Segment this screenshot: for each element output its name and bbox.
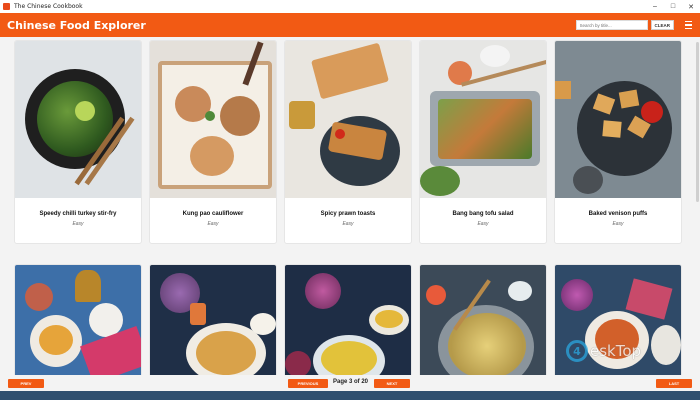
recipe-title: Speedy chilli turkey stir-fry [39, 211, 117, 217]
recipe-difficulty: Easy [612, 221, 624, 227]
recipe-photo [285, 265, 411, 375]
recipe-card[interactable]: Kung pao cauliflower Easy [149, 40, 277, 244]
recipe-title: Kung pao cauliflower [182, 211, 244, 217]
recipe-card[interactable] [284, 264, 412, 375]
recipe-card[interactable] [149, 264, 277, 375]
recipe-photo [420, 265, 546, 375]
window-title: The Chinese Cookbook [14, 3, 83, 10]
recipe-grid: Speedy chilli turkey stir-fry Easy Kung … [0, 37, 700, 375]
close-button[interactable]: ✕ [682, 0, 700, 13]
last-button[interactable]: LAST [656, 379, 692, 388]
app-header: Chinese Food Explorer CLEAR [0, 13, 700, 37]
window-titlebar: The Chinese Cookbook – □ ✕ [0, 0, 700, 13]
recipe-photo [420, 41, 546, 198]
recipe-card[interactable]: Speedy chilli turkey stir-fry Easy [14, 40, 142, 244]
window-controls: – □ ✕ [646, 0, 700, 13]
watermark-logo: 4 eskTop [566, 340, 641, 362]
recipe-difficulty: Easy [207, 221, 219, 227]
recipe-title: Bang bang tofu salad [452, 211, 514, 217]
recipe-photo [555, 41, 681, 198]
recipe-difficulty: Easy [477, 221, 489, 227]
os-taskbar [0, 391, 700, 400]
recipe-card[interactable]: Bang bang tofu salad Easy [419, 40, 547, 244]
recipe-card[interactable] [14, 264, 142, 375]
recipe-difficulty: Easy [72, 221, 84, 227]
recipe-photo [285, 41, 411, 198]
recipe-card[interactable] [419, 264, 547, 375]
previous-button[interactable]: PREVIOUS [288, 379, 328, 388]
app-icon [3, 3, 10, 10]
prev-button[interactable]: PREV [8, 379, 44, 388]
maximize-button[interactable]: □ [664, 0, 682, 13]
recipe-photo [15, 265, 141, 375]
recipe-title: Spicy prawn toasts [320, 211, 376, 217]
search-input[interactable] [575, 20, 648, 30]
pagination-bar: PREV PREVIOUS Page 3 of 20 NEXT LAST [0, 375, 700, 391]
recipe-card[interactable]: Baked venison puffs Easy [554, 40, 682, 244]
recipe-photo [150, 265, 276, 375]
page-indicator: Page 3 of 20 [333, 379, 369, 385]
recipe-photo [15, 41, 141, 198]
recipe-card[interactable]: Spicy prawn toasts Easy [284, 40, 412, 244]
hamburger-icon[interactable] [680, 18, 696, 32]
recipe-difficulty: Easy [342, 221, 354, 227]
app-brand: Chinese Food Explorer [7, 18, 146, 32]
recipe-photo [150, 41, 276, 198]
clear-button[interactable]: CLEAR [650, 20, 674, 30]
vertical-scrollbar[interactable] [696, 40, 699, 370]
recipe-title: Baked venison puffs [588, 211, 648, 217]
next-button[interactable]: NEXT [374, 379, 410, 388]
minimize-button[interactable]: – [646, 0, 664, 13]
